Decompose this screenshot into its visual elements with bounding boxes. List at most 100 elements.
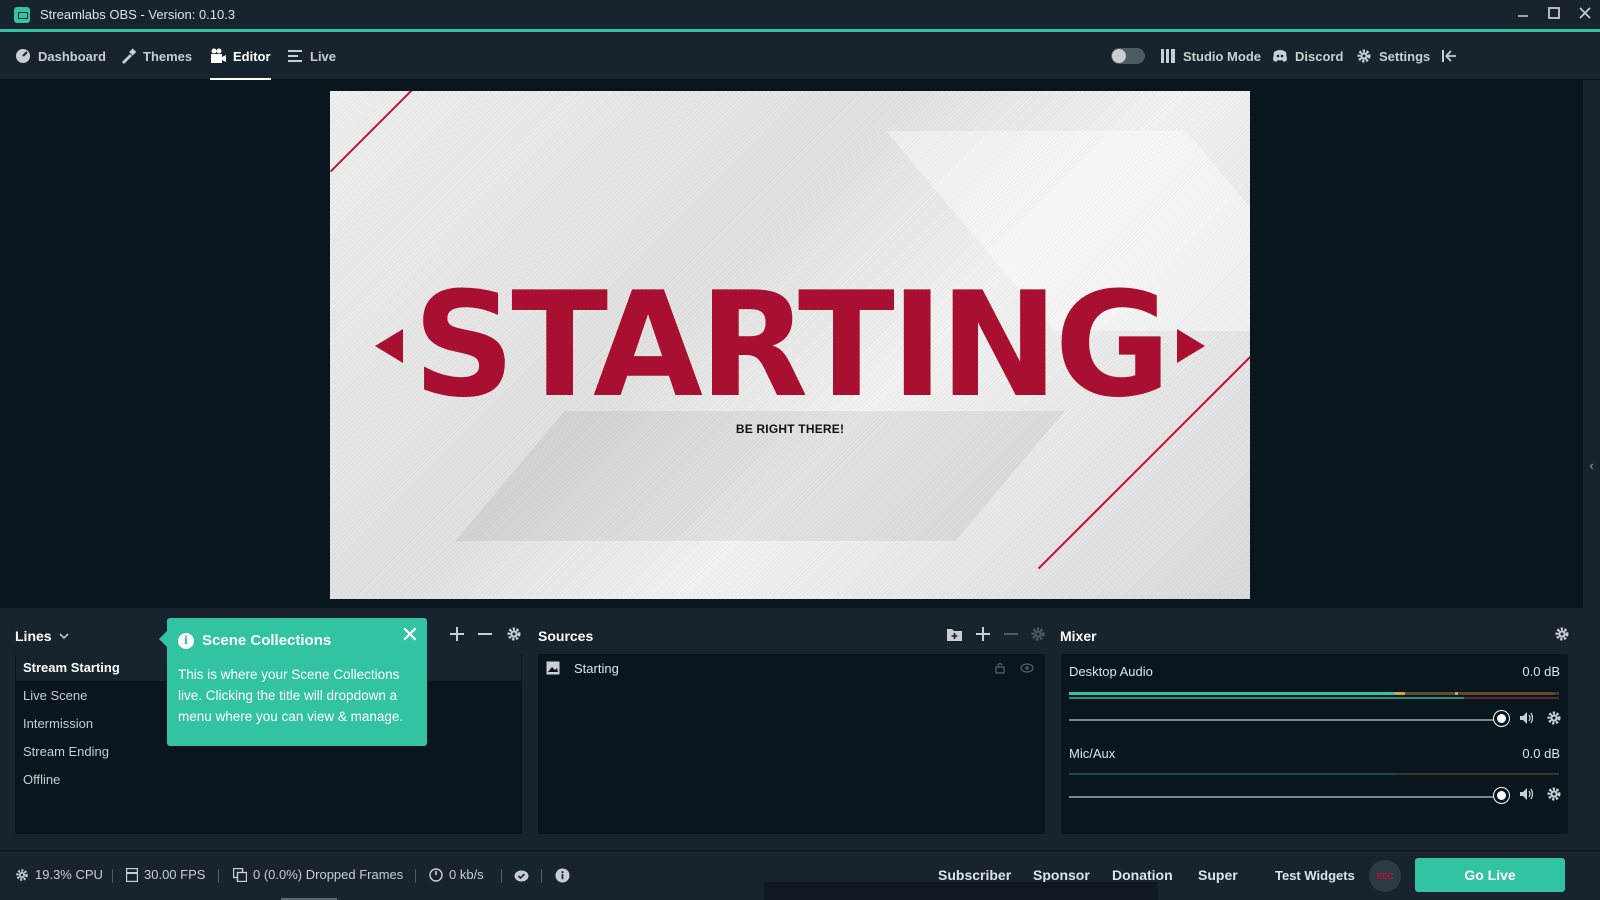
scene-item-offline[interactable]: Offline [23,772,60,787]
volume-slider-mic-aux[interactable] [1069,796,1501,798]
chevron-left-icon: ‹ [1589,457,1594,473]
scene-collection-selector[interactable]: Lines [15,620,70,652]
source-item[interactable]: Starting [539,656,1042,680]
fps-stat: 30.00 FPS [126,867,205,882]
mixer-body [1061,654,1568,834]
plus-icon [976,627,990,641]
add-folder-icon [947,629,962,641]
nav-live[interactable]: Live [287,32,336,80]
speaker-icon[interactable] [1519,786,1535,802]
nav-discord[interactable]: Discord [1272,32,1343,80]
tooltip-title: Scene Collections [202,632,332,649]
gear-icon[interactable] [1546,710,1562,726]
add-folder-button[interactable] [946,626,963,646]
record-button[interactable]: REC [1369,860,1401,892]
info-icon[interactable] [555,868,570,883]
window-controls [1507,0,1600,29]
nav-settings[interactable]: Settings [1356,32,1430,80]
cloud-check-icon[interactable] [514,868,529,883]
tooltip-header: i Scene Collections [178,632,417,649]
nav-editor[interactable]: Editor [210,32,271,80]
scene-item-stream-starting[interactable]: Stream Starting [23,660,120,675]
volume-slider-handle[interactable] [1494,711,1509,726]
right-arrow-decoration [1177,329,1206,363]
nav-settings-label: Settings [1379,48,1431,64]
gear-icon [507,627,521,641]
nav-themes[interactable]: Themes [120,32,192,80]
volume-slider-handle[interactable] [1494,788,1509,803]
add-source-button[interactable] [975,626,991,646]
speaker-icon[interactable] [1519,710,1535,726]
chevron-down-icon [59,633,69,640]
remove-scene-button[interactable] [477,626,493,646]
mixer-channel-name: Mic/Aux [1069,746,1116,761]
scene-settings-button[interactable] [506,626,522,646]
cpu-value: 19.3% CPU [35,867,103,882]
minimize-button[interactable] [1507,0,1538,25]
maximize-button[interactable] [1538,0,1569,25]
test-widgets-label: Test Widgets [1275,868,1355,883]
footer-divider [541,869,542,883]
mixer-settings-button[interactable] [1554,626,1570,646]
streamlabs-logo-icon [14,6,30,23]
night-mode-toggle[interactable] [1111,32,1145,80]
nav-editor-label: Editor [233,48,271,64]
maximize-icon [1547,6,1560,19]
live-list-icon [288,50,302,62]
mixer-channel-db: 0.0 dB [1522,746,1560,761]
close-icon [1578,6,1591,19]
lock-icon[interactable] [994,662,1006,674]
nav-discord-label: Discord [1295,48,1344,64]
tooltip-close-button[interactable]: ✕ [401,622,419,648]
preview-headline: STARTING [412,261,1171,430]
sources-title: Sources [538,628,594,644]
scene-item-intermission[interactable]: Intermission [23,716,93,731]
bitrate-value: 0 kb/s [449,867,484,882]
dropped-frames-value: 0 (0.0%) Dropped Frames [253,867,404,882]
scene-collections-tooltip: i Scene Collections ✕ This is where your… [159,618,427,746]
window-title: Streamlabs OBS - Version: 0.10.3 [40,7,236,22]
dashboard-icon [16,49,30,63]
cpu-gear-icon [16,868,28,881]
nav-studio-mode[interactable]: Studio Mode [1160,32,1261,80]
source-settings-button[interactable] [1030,626,1046,646]
discord-icon [1273,50,1287,62]
visibility-eye-icon[interactable] [1020,662,1034,674]
add-scene-button[interactable] [449,626,465,646]
editor-camera-icon [211,48,226,63]
test-sponsor-button[interactable]: Sponsor [1033,867,1090,883]
nav-dashboard[interactable]: Dashboard [15,32,106,80]
image-source-icon [546,661,560,675]
stream-preview-canvas[interactable]: STARTING BE RIGHT THERE! [330,91,1250,599]
theme-toggle-switch[interactable] [1111,48,1145,64]
go-live-button[interactable]: Go Live [1415,858,1565,892]
widget-tray [764,882,1158,900]
fps-value: 30.00 FPS [144,867,206,882]
speedometer-icon [429,867,443,882]
gear-icon[interactable] [1546,786,1562,802]
scene-item-stream-ending[interactable]: Stream Ending [23,744,109,759]
minus-icon [478,633,492,635]
side-panel-toggle[interactable]: ‹ [1583,80,1600,850]
nav-live-label: Live [310,48,337,64]
test-subscriber-button[interactable]: Subscriber [938,867,1011,883]
plus-icon [450,627,464,641]
close-window-button[interactable] [1569,0,1600,25]
audio-level-meter [1069,773,1559,775]
test-donation-button[interactable]: Donation [1112,867,1173,883]
remove-source-button[interactable] [1003,626,1019,646]
mixer-channel-name: Desktop Audio [1069,664,1153,679]
collapse-nav-button[interactable] [1441,32,1457,80]
scene-item-live-scene[interactable]: Live Scene [23,688,87,703]
nav-dashboard-label: Dashboard [38,48,106,64]
minus-icon [1004,633,1018,635]
gear-icon [1031,627,1045,641]
info-icon: i [178,632,194,649]
title-bar: Streamlabs OBS - Version: 0.10.3 [0,0,1600,29]
volume-slider-desktop-audio[interactable] [1069,719,1501,721]
themes-brush-icon [122,48,136,64]
bitrate-stat: 0 kb/s [429,867,484,882]
test-super-button[interactable]: Super [1198,867,1238,883]
preview-headline-row: STARTING [330,273,1250,418]
audio-level-meter [1069,697,1559,699]
